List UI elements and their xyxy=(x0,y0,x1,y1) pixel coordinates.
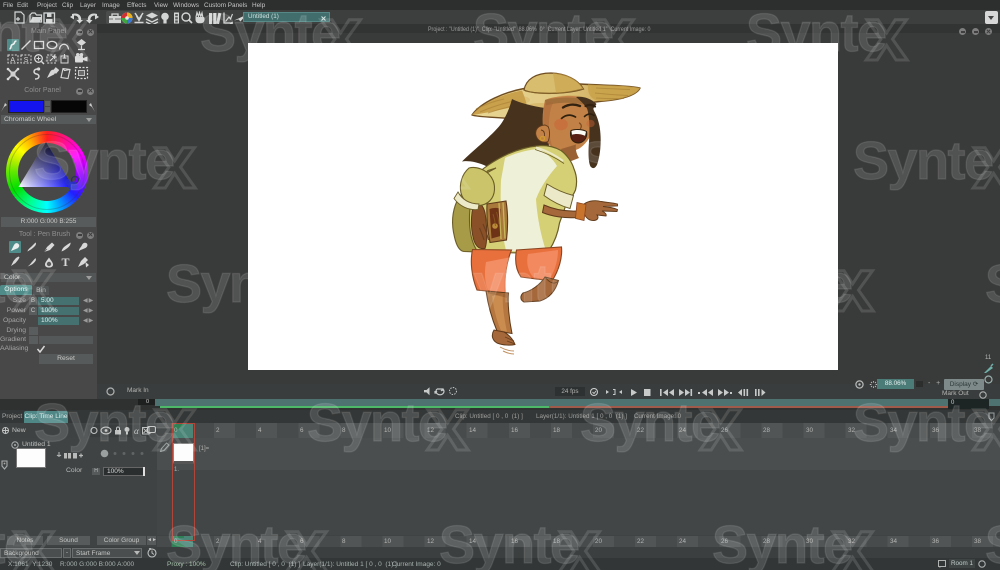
svg-text:T: T xyxy=(62,255,70,268)
svg-text:α: α xyxy=(134,426,139,435)
svg-text:A: A xyxy=(10,57,15,64)
svg-text:S: S xyxy=(24,57,29,64)
